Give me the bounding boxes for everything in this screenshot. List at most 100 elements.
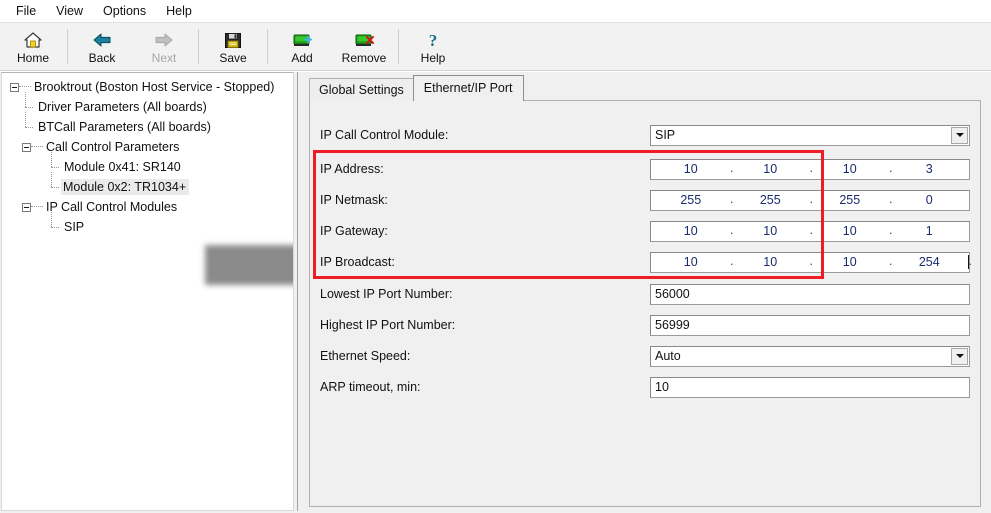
ip-input-ip-netmask[interactable]: 255.255.255.0.: [650, 189, 970, 211]
form-row-arp-timeout: ARP timeout, min: 10: [320, 375, 970, 399]
ip-input-ip-broadcast[interactable]: 10. 10. 10. 254.: [650, 251, 972, 273]
ip-octet-value: 10: [683, 255, 698, 269]
toolbar-button-label: Save: [219, 50, 247, 65]
ip-octet-value: 255: [839, 193, 861, 207]
label-ip-netmask: IP Netmask:: [320, 193, 388, 207]
tree-node-ip-call-control-modules[interactable]: IP Call Control Modules: [2, 197, 293, 217]
tree-node-call-control-parameters[interactable]: Call Control Parameters: [2, 137, 293, 157]
toolbar-button-remove[interactable]: Remove: [333, 23, 395, 70]
ip-octet-3[interactable]: 10.: [810, 254, 893, 269]
ip-octet-value: 254: [918, 255, 940, 269]
ip-octet-4[interactable]: 3.: [890, 162, 970, 176]
ip-octet-2[interactable]: 10.: [731, 223, 813, 238]
ip-octet-4[interactable]: 254.: [890, 254, 972, 269]
ip-octet-value: 255: [759, 193, 781, 207]
tree-node-root[interactable]: Brooktrout (Boston Host Service - Stoppe…: [2, 77, 293, 97]
settings-panel: Global Settings Ethernet/IP Port IP Call …: [301, 72, 991, 513]
tree-node-label: Call Control Parameters: [46, 140, 180, 154]
toolbar-button-label: Add: [291, 50, 313, 65]
expander-icon[interactable]: [22, 202, 31, 212]
form-row-ip-address: IP Address:10.10.10.3.: [320, 157, 970, 181]
toolbar-button-back[interactable]: Back: [71, 23, 133, 70]
ip-octet-3[interactable]: 10.: [810, 223, 893, 238]
ip-octet-2[interactable]: 10.: [731, 161, 813, 176]
panel-splitter[interactable]: [294, 72, 301, 513]
main-content: Brooktrout (Boston Host Service - Stoppe…: [0, 72, 991, 513]
toolbar-button-label: Home: [16, 50, 49, 65]
ip-octet-4[interactable]: 1.: [890, 224, 970, 238]
toolbar-button-label: Help: [420, 50, 446, 65]
tree-node-label: IP Call Control Modules: [46, 200, 178, 214]
tree-connector: [48, 212, 61, 236]
menu-item-options[interactable]: Options: [93, 2, 156, 21]
tree-connector: [48, 152, 61, 176]
ip-octet-value: 10: [683, 162, 698, 176]
tree-node-driver-parameters-all-boards[interactable]: Driver Parameters (All boards): [2, 92, 293, 117]
textbox-arp-timeout[interactable]: 10: [650, 376, 970, 398]
textbox-value: 56000: [655, 287, 690, 301]
combobox-ethernet-speed[interactable]: Auto: [650, 345, 970, 367]
tree-node-module-0x2-tr1034[interactable]: Module 0x2: TR1034+: [2, 172, 293, 197]
tab-ethernet-ip-port[interactable]: Ethernet/IP Port: [412, 75, 524, 101]
tree-node-label: SIP: [64, 220, 85, 234]
toolbar-button-add[interactable]: Add: [271, 23, 333, 70]
toolbar: Home Back Next Save Add Remove? Help: [0, 23, 991, 71]
chevron-down-icon[interactable]: [951, 126, 968, 144]
label-arp-timeout: ARP timeout, min:: [320, 380, 421, 394]
label-ip-gateway: IP Gateway:: [320, 224, 388, 238]
ip-octet-value: 10: [683, 224, 698, 238]
toolbar-separator: [398, 29, 399, 64]
ip-octet-3[interactable]: 255.: [810, 192, 892, 207]
form-row-ip-gateway: IP Gateway:10.10.10.1.: [320, 219, 970, 243]
ip-octet-1[interactable]: 10.: [651, 223, 734, 238]
expander-icon[interactable]: [10, 82, 19, 92]
ip-octet-2[interactable]: 10.: [731, 254, 813, 269]
tree-connector: [48, 172, 61, 196]
toolbar-button-save[interactable]: Save: [202, 23, 264, 70]
ip-octet-separator: .: [968, 254, 972, 268]
ip-octet-3[interactable]: 10.: [810, 161, 893, 176]
ip-octet-1[interactable]: 255.: [651, 192, 733, 207]
tab-global-settings[interactable]: Global Settings: [309, 78, 414, 101]
ip-octet-value: 0: [925, 193, 933, 207]
form-row-ip-broadcast: IP Broadcast: 10. 10. 10. 254.: [320, 250, 972, 274]
menu-item-view[interactable]: View: [46, 2, 93, 21]
label-ethernet-speed: Ethernet Speed:: [320, 349, 411, 363]
form-row-lowest-ip-port-number: Lowest IP Port Number: 56000: [320, 282, 970, 306]
textbox-lowest-ip-port-number[interactable]: 56000: [650, 283, 970, 305]
combobox-ip-call-control-module[interactable]: SIP: [650, 124, 970, 146]
add-board-icon: [291, 29, 313, 51]
ip-octet-value: 10: [763, 162, 778, 176]
ip-input-ip-gateway[interactable]: 10.10.10.1.: [650, 220, 970, 242]
tree-connector: [22, 112, 35, 136]
ip-octet-2[interactable]: 255.: [731, 192, 813, 207]
tree-node-module-0x41-sr140[interactable]: Module 0x41: SR140: [2, 152, 293, 177]
label-ip-call-control-module: IP Call Control Module:: [320, 128, 449, 142]
chevron-down-icon[interactable]: [951, 347, 968, 365]
back-arrow-icon: [91, 29, 113, 51]
svg-text:?: ?: [429, 31, 438, 50]
ip-input-ip-address[interactable]: 10.10.10.3.: [650, 158, 970, 180]
toolbar-button-label: Back: [88, 50, 116, 65]
toolbar-button-help[interactable]: ? Help: [402, 23, 464, 70]
toolbar-separator: [267, 29, 268, 64]
ip-octet-value: 10: [842, 224, 857, 238]
tree-node-label: Driver Parameters (All boards): [38, 100, 207, 114]
ip-octet-1[interactable]: 10.: [651, 254, 734, 269]
configuration-tree[interactable]: Brooktrout (Boston Host Service - Stoppe…: [1, 72, 294, 511]
ip-octet-1[interactable]: 10.: [651, 161, 734, 176]
form-row-ip-netmask: IP Netmask:255.255.255.0.: [320, 188, 970, 212]
form-row-ethernet-speed: Ethernet Speed: Auto: [320, 344, 970, 368]
tab-strip: Global Settings Ethernet/IP Port: [309, 75, 981, 101]
ip-octet-value: 1: [925, 224, 933, 238]
tree-node-sip[interactable]: SIP: [2, 212, 293, 237]
expander-icon[interactable]: [22, 142, 31, 152]
toolbar-button-home[interactable]: Home: [2, 23, 64, 70]
ip-octet-4[interactable]: 0.: [890, 193, 970, 207]
menu-item-file[interactable]: File: [6, 2, 46, 21]
tree-node-btcall-parameters-all-boards[interactable]: BTCall Parameters (All boards): [2, 112, 293, 137]
menu-bar: File View Options Help: [0, 0, 991, 23]
combobox-value: SIP: [655, 128, 676, 142]
menu-item-help[interactable]: Help: [156, 2, 202, 21]
textbox-highest-ip-port-number[interactable]: 56999: [650, 314, 970, 336]
